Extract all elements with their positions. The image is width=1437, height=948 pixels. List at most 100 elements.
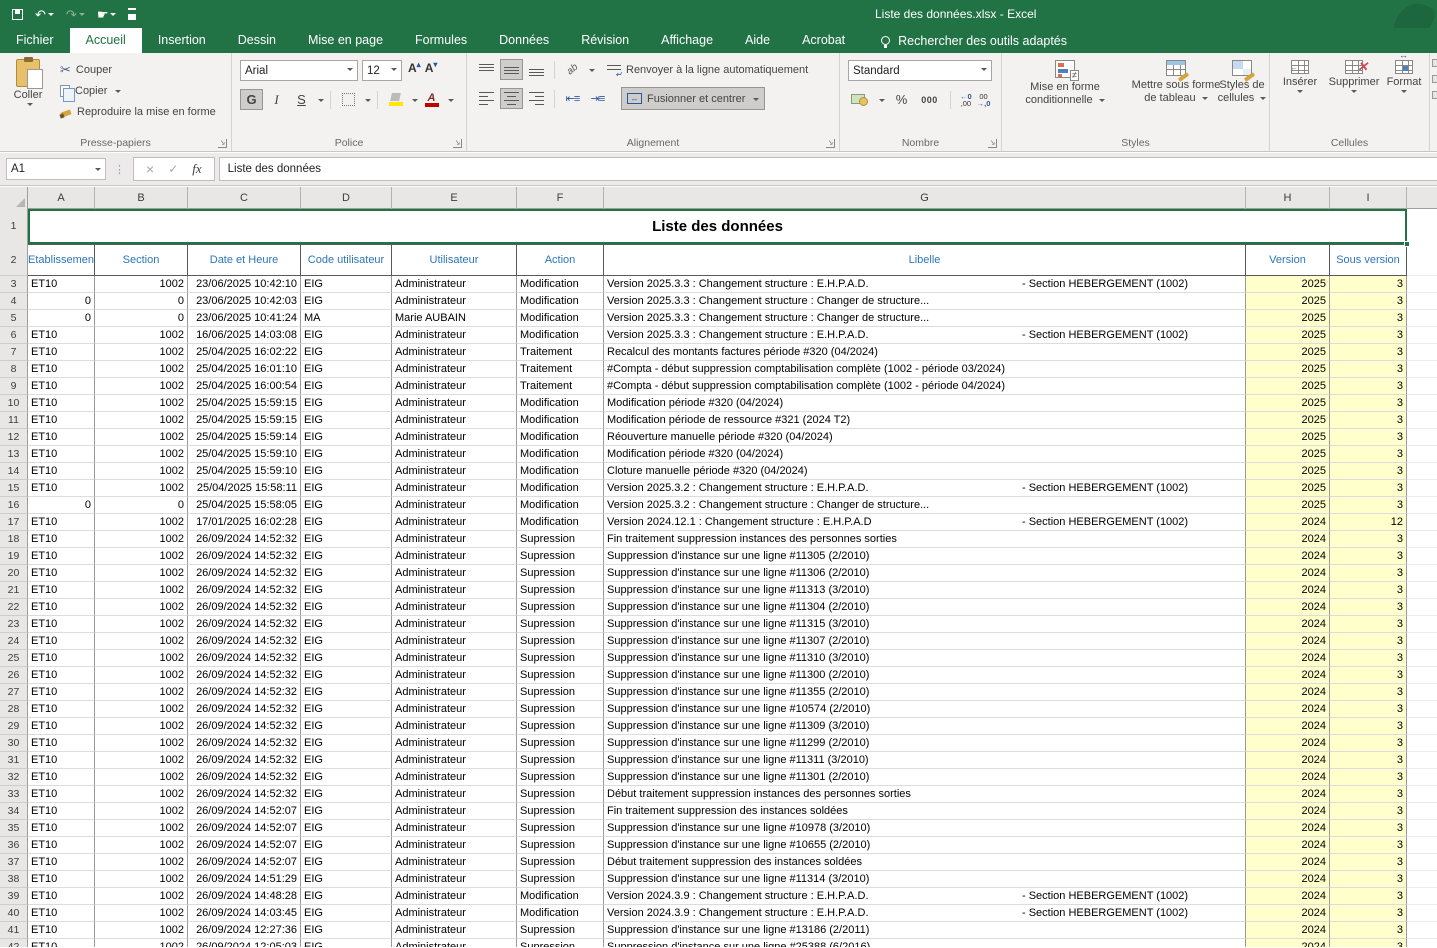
cell-code[interactable]: EIG [301,871,392,888]
cell-sub[interactable]: 3 [1330,497,1407,514]
cell-user[interactable]: Administrateur [392,786,517,803]
cell-ver[interactable]: 2025 [1246,395,1330,412]
cell-sub[interactable]: 3 [1330,395,1407,412]
cell-user[interactable]: Administrateur [392,412,517,429]
align-top-button[interactable] [475,59,498,80]
cell-etab[interactable]: ET10 [28,888,95,905]
cell-sec[interactable]: 1002 [95,752,188,769]
tell-me-search[interactable]: Rechercher des outils adaptés [881,28,1067,53]
cell-etab[interactable]: ET10 [28,922,95,939]
column-header-B[interactable]: B [95,187,188,209]
cell-user[interactable]: Administrateur [392,769,517,786]
cell-etab[interactable]: ET10 [28,650,95,667]
merge-center-button[interactable]: ↔ Fusionner et centrer [621,87,765,110]
cell-user[interactable]: Administrateur [392,344,517,361]
cell-user[interactable]: Administrateur [392,361,517,378]
cell-date[interactable]: 25/04/2025 16:00:54 [188,378,301,395]
cell-lib[interactable]: #Compta - début suppression comptabilisa… [604,361,1246,378]
cell-ver[interactable]: 2024 [1246,701,1330,718]
cell-sub[interactable]: 3 [1330,480,1407,497]
cell-date[interactable]: 26/09/2024 14:52:32 [188,769,301,786]
cell-empty[interactable] [1407,480,1437,497]
cell-action[interactable]: Supression [517,531,604,548]
cell-sec[interactable]: 1002 [95,718,188,735]
cell-ver[interactable]: 2024 [1246,752,1330,769]
cell-sec[interactable]: 1002 [95,565,188,582]
cell-sec[interactable]: 1002 [95,531,188,548]
cell-sec[interactable]: 1002 [95,446,188,463]
row-number[interactable]: 6 [0,327,28,344]
cell-user[interactable]: Marie AUBAIN [392,310,517,327]
cell-sec[interactable]: 1002 [95,735,188,752]
row-number[interactable]: 4 [0,293,28,310]
cell-sec[interactable]: 0 [95,497,188,514]
cell-etab[interactable]: ET10 [28,446,95,463]
cell-user[interactable]: Administrateur [392,633,517,650]
cell-action[interactable]: Traitement [517,361,604,378]
cell-sub[interactable]: 3 [1330,429,1407,446]
cell-ver[interactable]: 2024 [1246,735,1330,752]
cell-sec[interactable]: 1002 [95,480,188,497]
number-dialog-launcher-icon[interactable]: ↘ [988,139,997,148]
cell-code[interactable]: EIG [301,888,392,905]
cell-code[interactable]: EIG [301,531,392,548]
cell-action[interactable]: Supression [517,684,604,701]
cell-empty[interactable] [1407,820,1437,837]
cell-sub[interactable]: 3 [1330,939,1407,947]
cell-sub[interactable]: 3 [1330,735,1407,752]
cell-empty[interactable] [1407,599,1437,616]
cell-empty[interactable] [1407,531,1437,548]
row-number[interactable]: 15 [0,480,28,497]
cell-sub[interactable]: 3 [1330,718,1407,735]
cell-empty[interactable] [1407,565,1437,582]
cell-sub[interactable]: 3 [1330,531,1407,548]
cell-code[interactable]: EIG [301,718,392,735]
cell-sec[interactable]: 1002 [95,429,188,446]
cell-user[interactable]: Administrateur [392,939,517,947]
cell-code[interactable]: EIG [301,327,392,344]
tab-mise-en-page[interactable]: Mise en page [292,28,399,53]
row-number[interactable]: 22 [0,599,28,616]
cell-lib[interactable]: Suppression d'instance sur une ligne #10… [604,701,1246,718]
cell-sub[interactable]: 3 [1330,378,1407,395]
cell-lib[interactable]: Version 2024.12.1 : Changement structure… [604,514,1246,531]
cell-sub[interactable]: 3 [1330,327,1407,344]
cell-ver[interactable]: 2024 [1246,888,1330,905]
enter-icon[interactable]: ✓ [168,162,178,176]
align-center-button[interactable] [500,88,523,109]
align-right-button[interactable] [525,88,548,109]
cell-action[interactable]: Modification [517,514,604,531]
formula-input[interactable]: Liste des données [219,157,1437,181]
cell-date[interactable]: 26/09/2024 14:52:07 [188,820,301,837]
cell-lib[interactable]: Suppression d'instance sur une ligne #10… [604,820,1246,837]
cell-etab[interactable]: ET10 [28,582,95,599]
cell-action[interactable]: Modification [517,412,604,429]
underline-button[interactable]: S [290,89,313,110]
cell-ver[interactable]: 2024 [1246,837,1330,854]
cell-ver[interactable]: 2025 [1246,361,1330,378]
cell-etab[interactable]: ET10 [28,769,95,786]
cell-action[interactable]: Supression [517,565,604,582]
cell-code[interactable]: EIG [301,854,392,871]
cell-date[interactable]: 26/09/2024 14:52:32 [188,633,301,650]
tab-aide[interactable]: Aide [729,28,786,53]
row-number[interactable]: 19 [0,548,28,565]
row-number[interactable]: 35 [0,820,28,837]
cell-ver[interactable]: 2024 [1246,718,1330,735]
cell-date[interactable]: 16/06/2025 14:03:08 [188,327,301,344]
cell-user[interactable]: Administrateur [392,548,517,565]
chevron-down-icon[interactable] [879,99,885,105]
row-number[interactable]: 8 [0,361,28,378]
cell-action[interactable]: Supression [517,718,604,735]
cell-code[interactable]: EIG [301,820,392,837]
cell-date[interactable]: 25/04/2025 15:58:05 [188,497,301,514]
cell-action[interactable]: Supression [517,650,604,667]
cell-lib[interactable]: Suppression d'instance sur une ligne #11… [604,871,1246,888]
cell-date[interactable]: 25/04/2025 16:02:22 [188,344,301,361]
cell-date[interactable]: 25/04/2025 15:58:11 [188,480,301,497]
chevron-down-icon[interactable] [589,69,595,75]
cell-empty[interactable] [1407,718,1437,735]
cell-action[interactable]: Modification [517,905,604,922]
cell-sub[interactable]: 3 [1330,854,1407,871]
delete-cells-button[interactable]: Supprimer [1324,60,1384,96]
